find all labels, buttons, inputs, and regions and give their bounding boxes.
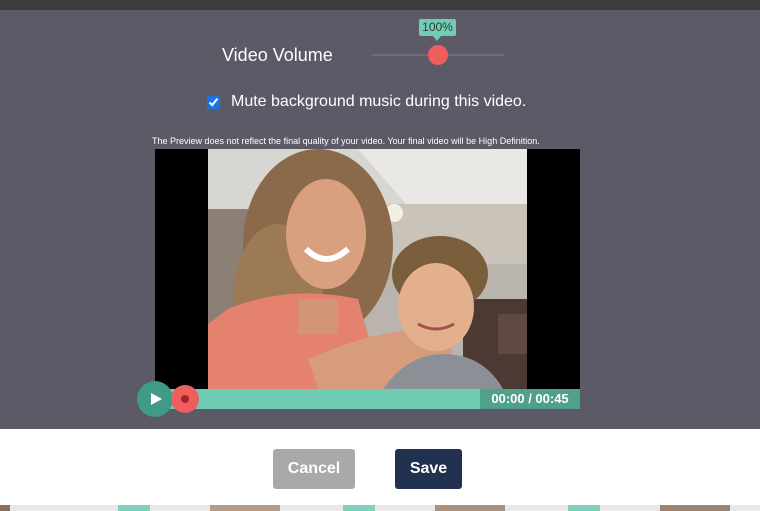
save-button[interactable]: Save	[395, 449, 462, 489]
video-preview[interactable]	[155, 149, 580, 389]
thumbnail[interactable]	[210, 505, 280, 511]
video-scrubber-handle[interactable]	[171, 385, 199, 413]
clip-thumbnail-strip	[0, 505, 760, 511]
preview-quality-note: The Preview does not reflect the final q…	[152, 136, 540, 146]
mute-music-label[interactable]: Mute background music during this video.	[231, 93, 526, 111]
video-time-display: 00:00 / 00:45	[480, 389, 580, 409]
volume-slider-handle[interactable]	[428, 45, 448, 65]
top-bar	[0, 0, 760, 10]
volume-value-tooltip: 100%	[419, 19, 456, 36]
play-button[interactable]	[137, 381, 173, 417]
cancel-button[interactable]: Cancel	[273, 449, 355, 489]
thumbnail[interactable]	[660, 505, 730, 511]
video-volume-label: Video Volume	[222, 45, 333, 65]
thumbnail[interactable]	[568, 505, 600, 511]
volume-tooltip-arrow	[433, 36, 441, 41]
mute-music-checkbox[interactable]	[207, 96, 220, 109]
video-frame-image	[208, 149, 527, 389]
thumbnail[interactable]	[118, 505, 150, 511]
play-icon	[151, 393, 162, 405]
video-progress-bar[interactable]	[166, 389, 480, 409]
thumbnail[interactable]	[435, 505, 505, 511]
thumbnail[interactable]	[0, 505, 10, 511]
thumbnail[interactable]	[343, 505, 375, 511]
scrubber-center-dot	[181, 395, 189, 403]
